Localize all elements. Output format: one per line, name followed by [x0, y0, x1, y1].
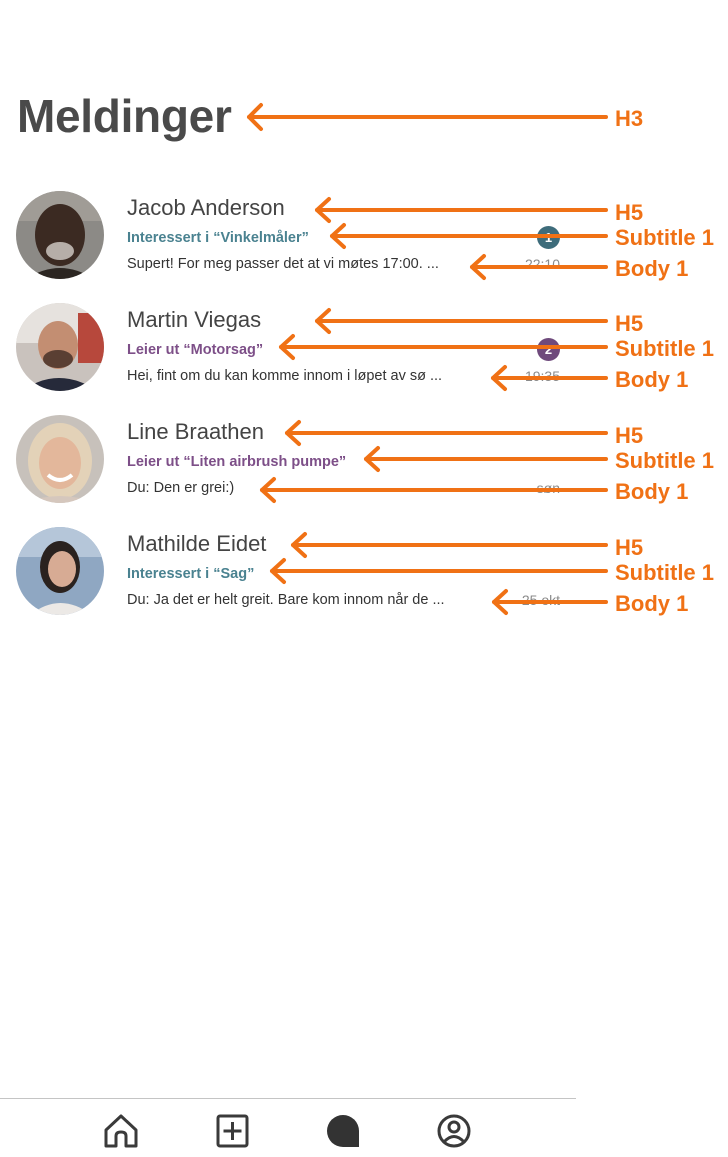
- contact-name: Jacob Anderson: [127, 195, 285, 220]
- nav-messages-button[interactable]: [323, 1111, 363, 1151]
- nav-home-button[interactable]: [101, 1111, 141, 1151]
- conversation-item[interactable]: Jacob Anderson Interessert i “Vinkelmåle…: [0, 191, 576, 291]
- annotation-label: Subtitle 1: [615, 225, 715, 250]
- annotation-label: Body 1: [615, 256, 689, 281]
- message-preview: Supert! For meg passer det at vi møtes 1…: [127, 256, 439, 272]
- nav-add-button[interactable]: [212, 1111, 252, 1151]
- contact-name: Mathilde Eidet: [127, 531, 267, 556]
- listing-subtitle: Interessert i “Sag”: [127, 566, 255, 582]
- listing-subtitle: Leier ut “Liten airbrush pumpe”: [127, 454, 347, 470]
- annotation-label: Subtitle 1: [615, 448, 715, 473]
- home-icon: [104, 1114, 138, 1148]
- message-preview: Du: Ja det er helt greit. Bare kom innom…: [127, 592, 445, 608]
- message-time: 19:35: [524, 368, 560, 384]
- avatar: [16, 527, 104, 615]
- conversation-item[interactable]: Line Braathen Leier ut “Liten airbrush p…: [0, 415, 576, 515]
- bottom-navigation: [0, 1098, 576, 1157]
- contact-name: Line Braathen: [127, 419, 264, 444]
- message-time: 25 okt: [521, 592, 560, 608]
- message-time: søn: [536, 480, 560, 496]
- annotation-label: H5: [615, 200, 644, 225]
- annotation-label: Body 1: [615, 591, 689, 616]
- annotation-label: H5: [615, 423, 644, 448]
- message-preview: Hei, fint om du kan komme innom i løpet …: [127, 368, 443, 384]
- page-title: Meldinger: [17, 90, 232, 142]
- avatar: [16, 415, 104, 503]
- annotation-label: Body 1: [615, 479, 689, 504]
- contact-name: Martin Viegas: [127, 307, 262, 332]
- avatar: [16, 303, 104, 391]
- nav-profile-button[interactable]: [434, 1111, 474, 1151]
- annotation-label: H3: [615, 106, 644, 131]
- add-square-icon: [216, 1114, 249, 1148]
- profile-icon: [437, 1114, 471, 1148]
- annotation-label: H5: [615, 535, 644, 560]
- listing-subtitle: Interessert i “Vinkelmåler”: [127, 230, 309, 246]
- chat-bubble-icon: [327, 1115, 359, 1147]
- conversation-item[interactable]: Martin Viegas Leier ut “Motorsag” Hei, f…: [0, 303, 576, 403]
- annotation-label: Subtitle 1: [615, 560, 715, 585]
- message-time: 22:10: [524, 256, 560, 272]
- annotation-label: Body 1: [615, 367, 689, 392]
- avatar: [16, 191, 104, 279]
- listing-subtitle: Leier ut “Motorsag”: [127, 342, 264, 358]
- annotation-label: H5: [615, 311, 644, 336]
- annotation-label: Subtitle 1: [615, 336, 715, 361]
- message-preview: Du: Den er grei:): [127, 480, 235, 496]
- conversation-item[interactable]: Mathilde Eidet Interessert i “Sag” Du: J…: [0, 527, 576, 627]
- unread-badge: 1: [537, 226, 560, 249]
- unread-badge: 2: [537, 338, 560, 361]
